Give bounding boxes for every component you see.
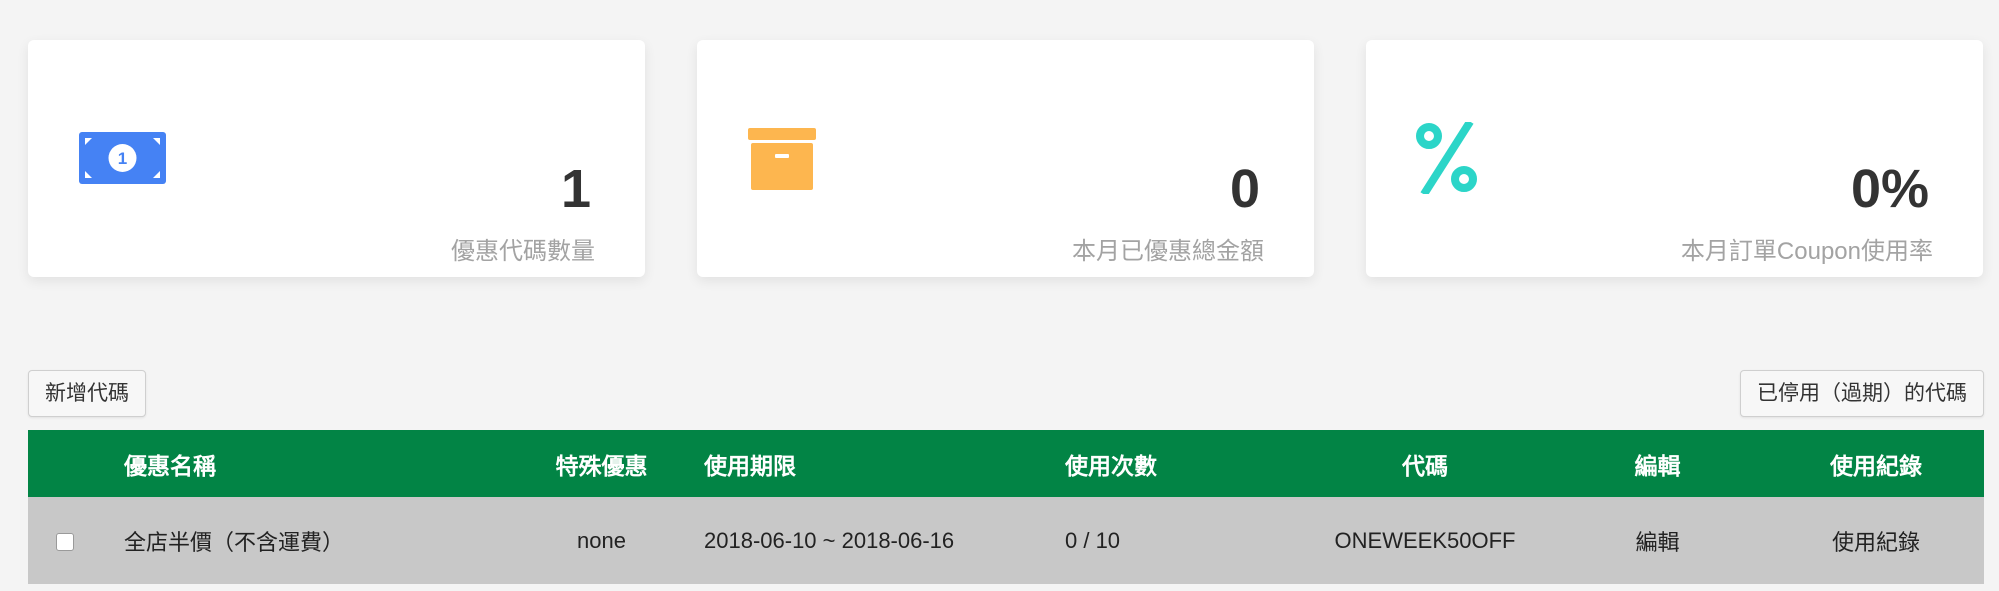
stat-card-coupon-rate: 0% 本月訂單Coupon使用率 <box>1366 40 1983 277</box>
table-header-row: 優惠名稱 特殊優惠 使用期限 使用次數 代碼 編輯 使用紀錄 <box>28 430 1984 497</box>
header-code: 代碼 <box>1402 452 1448 479</box>
row-special: none <box>577 527 626 553</box>
add-code-button[interactable]: 新增代碼 <box>28 370 146 417</box>
percent-icon <box>1416 119 1478 199</box>
disabled-codes-button[interactable]: 已停用（過期）的代碼 <box>1740 370 1984 417</box>
header-usage: 使用次數 <box>1065 452 1157 479</box>
coupon-count-value: 1 <box>560 159 591 219</box>
row-period: 2018-06-10 ~ 2018-06-16 <box>704 527 955 553</box>
header-log: 使用紀錄 <box>1830 452 1922 479</box>
row-usage: 0 / 10 <box>1065 527 1121 553</box>
discount-total-value: 0 <box>1229 159 1260 219</box>
row-checkbox[interactable] <box>56 532 74 551</box>
header-special: 特殊優惠 <box>555 452 648 479</box>
coupon-table: 優惠名稱 特殊優惠 使用期限 使用次數 代碼 編輯 使用紀錄 全店半價（不含運費… <box>28 430 1984 584</box>
coupon-count-label: 優惠代碼數量 <box>451 238 595 265</box>
row-code: ONEWEEK50OFF <box>1334 527 1516 553</box>
coupon-rate-value: 0% <box>1850 159 1929 219</box>
svg-text:1: 1 <box>118 149 127 168</box>
header-name: 優惠名稱 <box>124 452 216 479</box>
discount-total-label: 本月已優惠總金額 <box>1072 238 1264 265</box>
header-period: 使用期限 <box>704 452 796 479</box>
header-select <box>28 430 124 497</box>
row-select-cell <box>28 497 124 584</box>
archive-box-icon <box>748 128 816 195</box>
row-edit-link[interactable]: 編輯 <box>1547 497 1768 584</box>
header-edit: 編輯 <box>1634 452 1681 479</box>
stat-card-coupon-count: 1 1 優惠代碼數量 <box>28 40 645 277</box>
stat-card-discount-total: 0 本月已優惠總金額 <box>697 40 1314 277</box>
coupon-rate-label: 本月訂單Coupon使用率 <box>1680 238 1933 265</box>
money-bill-icon: 1 <box>79 132 166 189</box>
row-name: 全店半價（不含運費） <box>124 529 345 555</box>
row-log-link[interactable]: 使用紀錄 <box>1768 497 1984 584</box>
table-row: 全店半價（不含運費） none 2018-06-10 ~ 2018-06-16 … <box>28 497 1984 584</box>
